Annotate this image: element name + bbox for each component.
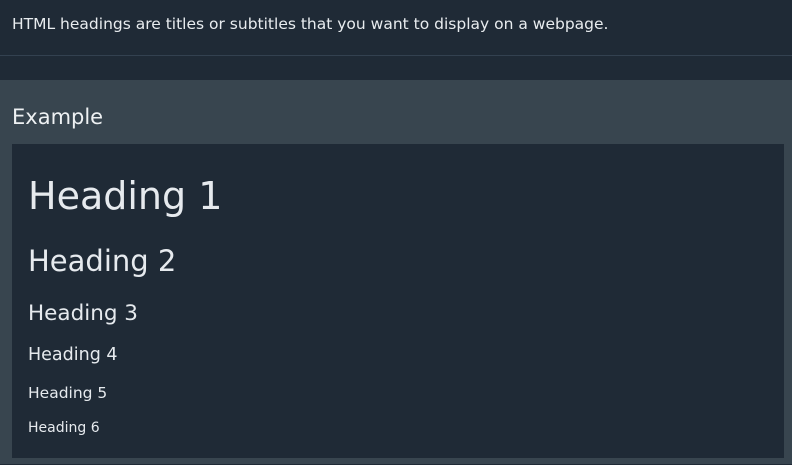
example-panel: Example Heading 1 Heading 2 Heading 3 He… <box>0 80 792 464</box>
heading-2: Heading 2 <box>28 244 177 278</box>
heading-6: Heading 6 <box>28 420 100 436</box>
heading-4: Heading 4 <box>28 345 118 365</box>
example-title: Example <box>12 105 104 129</box>
heading-1: Heading 1 <box>28 174 223 218</box>
heading-5: Heading 5 <box>28 384 108 402</box>
heading-3: Heading 3 <box>28 301 138 326</box>
intro-paragraph: HTML headings are titles or subtitles th… <box>0 0 792 56</box>
example-output-box: Heading 1 Heading 2 Heading 3 Heading 4 … <box>12 144 784 458</box>
section-divider <box>0 56 792 80</box>
